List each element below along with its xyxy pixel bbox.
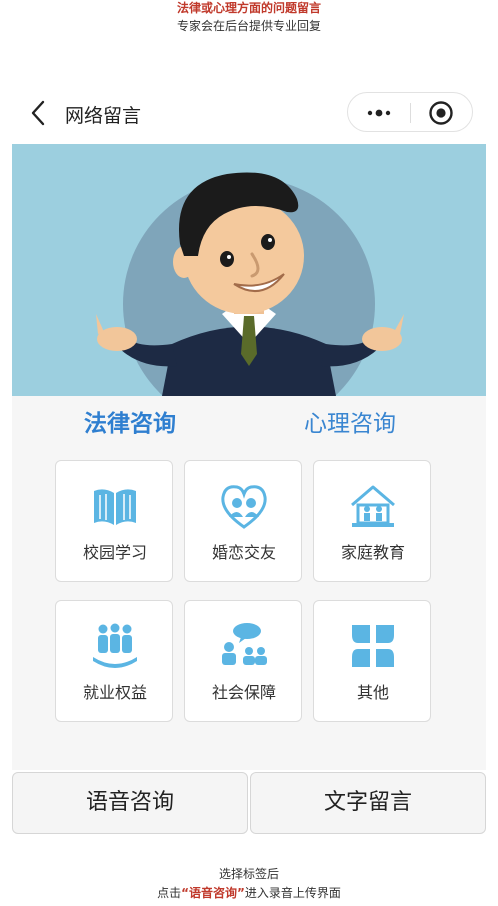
bottom-caption-line1: 选择标签后: [218, 867, 279, 881]
chevron-left-icon[interactable]: [28, 100, 50, 126]
category-label: 校园学习: [82, 543, 147, 562]
page-title: 网络留言: [65, 105, 142, 127]
category-employment-rights[interactable]: 就业权益: [55, 600, 173, 722]
book-icon: [94, 489, 136, 525]
banner-illustration: [12, 144, 486, 396]
category-label: 家庭教育: [340, 543, 405, 562]
capsule-divider: [410, 103, 411, 123]
people-group-icon: [93, 623, 137, 668]
top-caption-title: 法律或心理方面的问题留言: [176, 1, 321, 15]
caption-highlight: “语音咨询”: [181, 886, 245, 900]
category-family-education[interactable]: 家庭教育: [313, 460, 431, 582]
tab-law-consult[interactable]: 法律咨询: [84, 404, 176, 438]
category-social-security[interactable]: 社会保障: [184, 600, 302, 722]
text-message-button[interactable]: 文字留言: [250, 772, 486, 834]
target-close-icon[interactable]: [428, 100, 454, 126]
navigation-bar: 网络留言: [0, 88, 498, 138]
top-caption-subtitle: 专家会在后台提供专业回复: [176, 19, 321, 33]
social-chat-icon: [222, 623, 267, 665]
category-label: 就业权益: [82, 683, 147, 702]
miniprogram-capsule: [347, 92, 473, 132]
bottom-caption-line2: 点击“语音咨询”进入录音上传界面: [0, 885, 498, 901]
voice-consult-button[interactable]: 语音咨询: [12, 772, 248, 834]
caption-text: 点击: [157, 886, 182, 900]
family-home-icon: [351, 485, 395, 527]
category-label: 其他: [356, 683, 389, 702]
category-grid: 校园学习 婚恋交友 家庭教育 就业权益 社会保障 其他: [12, 440, 486, 770]
category-label: 社会保障: [211, 683, 276, 702]
tab-psychology-consult[interactable]: 心理咨询: [304, 404, 396, 438]
category-love-dating[interactable]: 婚恋交友: [184, 460, 302, 582]
petals-icon: [352, 625, 394, 667]
more-dots-icon[interactable]: [364, 102, 394, 124]
category-label: 婚恋交友: [211, 543, 276, 562]
category-other[interactable]: 其他: [313, 600, 431, 722]
category-campus-study[interactable]: 校园学习: [55, 460, 173, 582]
caption-text: 进入录音上传界面: [244, 886, 341, 900]
couple-heart-icon: [221, 485, 267, 529]
consult-tabs: 法律咨询 心理咨询: [12, 396, 486, 440]
cartoon-man-illustration: [12, 144, 486, 396]
